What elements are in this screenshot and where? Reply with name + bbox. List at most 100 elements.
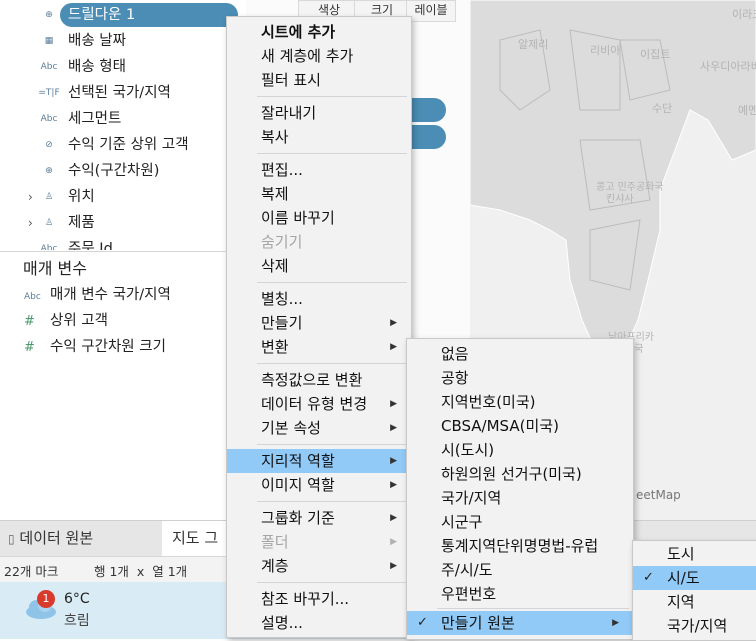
menu-item-label: 숨기기 — [261, 233, 303, 251]
menu-item-삭제[interactable]: 삭제 — [227, 254, 411, 278]
submenu-arrow-icon: ▶ — [612, 618, 619, 628]
map-label: 이집트 — [640, 48, 671, 61]
data-pane: ⊕ 드릴다운 1 ▦ 배송 날짜 Abc 배송 형태 =T|F 선택된 국가/지역 Abc 세그먼… — [0, 0, 248, 520]
number-icon: # — [24, 340, 35, 355]
string-icon: Abc — [40, 114, 58, 124]
menu-item-별칭[interactable]: 별칭... — [227, 287, 411, 311]
field-label: 위치 — [68, 189, 95, 205]
field-label: 드릴다운 1 — [68, 7, 136, 23]
menu-item-설명[interactable]: 설명... — [227, 611, 411, 635]
field-item[interactable]: =T|F 선택된 국가/지역 — [0, 81, 248, 105]
menu-item-없음[interactable]: 없음 — [407, 342, 633, 366]
chevron-right-icon[interactable]: › — [28, 185, 33, 209]
parameter-item[interactable]: # 수익 구간차원 크기 — [24, 335, 166, 359]
parameter-label: 상위 고객 — [50, 313, 108, 329]
field-item[interactable]: ⊘ 수익 기준 상위 고객 — [0, 133, 248, 157]
menu-item-그룹화-기준[interactable]: 그룹화 기준 ▶ — [227, 506, 411, 530]
menu-item-공항[interactable]: 공항 — [407, 366, 633, 390]
menu-item-잘라내기[interactable]: 잘라내기 — [227, 101, 411, 125]
weather-condition[interactable]: 흐림 — [64, 610, 90, 630]
menu-item-label: 시(도시) — [441, 441, 495, 459]
temperature[interactable]: 6°C — [64, 591, 90, 607]
menu-item-새-계층에-추가[interactable]: 새 계층에 추가 — [227, 44, 411, 68]
menu-separator — [437, 608, 629, 609]
menu-item-참조-바꾸기[interactable]: 참조 바꾸기... — [227, 587, 411, 611]
submenu-arrow-icon: ▶ — [390, 456, 397, 466]
menu-item-label: 기본 속성 — [261, 419, 321, 437]
menu-item-label: 폴더 — [261, 533, 289, 551]
menu-item-cbsa-msa-미국[interactable]: CBSA/MSA(미국) — [407, 414, 633, 438]
menu-item-시트에-추가[interactable]: 시트에 추가 — [227, 20, 411, 44]
menu-item-label: 도시 — [667, 545, 695, 563]
checkmark-icon: ✓ — [643, 570, 654, 585]
menu-item-숨기기: 숨기기 — [227, 230, 411, 254]
menu-item-label: 만들기 원본 — [441, 614, 515, 632]
menu-item-시-도[interactable]: ✓ 시/도 — [633, 566, 756, 590]
menu-item-국가-지역[interactable]: 국가/지역 — [407, 486, 633, 510]
menu-item-지역[interactable]: 지역 — [633, 590, 756, 614]
menu-item-label: 주/시/도 — [441, 561, 493, 579]
field-item[interactable]: Abc 배송 형태 — [0, 55, 248, 79]
menu-item-label: 공항 — [441, 369, 469, 387]
field-item[interactable]: ⊕ 수익(구간차원) — [0, 159, 248, 183]
field-item[interactable]: ▦ 배송 날짜 — [0, 29, 248, 53]
parameter-item[interactable]: # 상위 고객 — [24, 309, 108, 333]
menu-item-지역번호-미국[interactable]: 지역번호(미국) — [407, 390, 633, 414]
menu-item-복제[interactable]: 복제 — [227, 182, 411, 206]
menu-item-도시[interactable]: 도시 — [633, 542, 756, 566]
parameter-item[interactable]: Abc 매개 변수 국가/지역 — [24, 283, 171, 307]
map-label: 리비아 — [590, 44, 621, 57]
menu-item-기본-속성[interactable]: 기본 속성 ▶ — [227, 416, 411, 440]
menu-item-만들기-원본[interactable]: ✓ 만들기 원본 ▶ — [407, 611, 633, 635]
field-label: 제품 — [68, 215, 95, 231]
menu-item-label: 필터 표시 — [261, 71, 321, 89]
chevron-right-icon[interactable]: › — [28, 211, 33, 235]
menu-item-label: 편집... — [261, 161, 303, 179]
create-from-submenu: 도시 ✓ 시/도 지역 국가/지역 — [632, 540, 756, 641]
label-button[interactable]: 레이블 — [406, 0, 456, 22]
menu-separator — [257, 153, 407, 154]
submenu-arrow-icon: ▶ — [390, 537, 397, 547]
menu-item-시군구[interactable]: 시군구 — [407, 510, 633, 534]
menu-item-우편번호[interactable]: 우편번호 — [407, 582, 633, 606]
field-item[interactable]: ⊕ 드릴다운 1 — [0, 3, 248, 27]
tab-data-source[interactable]: ▯ 데이터 원본 — [8, 521, 93, 557]
menu-item-label: 데이터 유형 변경 — [261, 395, 368, 413]
menu-item-지리적-역할[interactable]: 지리적 역할 ▶ — [227, 449, 411, 473]
menu-separator — [257, 582, 407, 583]
menu-item-label: 시군구 — [441, 513, 483, 531]
menu-item-편집[interactable]: 편집... — [227, 158, 411, 182]
parameters-title: 매개 변수 — [23, 259, 87, 278]
field-item[interactable]: Abc 주문 Id — [0, 237, 248, 250]
menu-separator — [257, 444, 407, 445]
menu-item-주-시-도[interactable]: 주/시/도 — [407, 558, 633, 582]
menu-item-계층[interactable]: 계층 ▶ — [227, 554, 411, 578]
geographic-role-submenu: 없음공항지역번호(미국) CBSA/MSA(미국) 시(도시) 하원의원 선거구(미국… — [406, 338, 634, 640]
field-item[interactable]: Abc 세그먼트 — [0, 107, 248, 131]
menu-item-필터-표시[interactable]: 필터 표시 — [227, 68, 411, 92]
menu-item-이미지-역할[interactable]: 이미지 역할 ▶ — [227, 473, 411, 497]
menu-item-통계지역단위명명법-유럽[interactable]: 통계지역단위명명법-유럽 — [407, 534, 633, 558]
field-item[interactable]: › ♙ 제품 — [0, 211, 248, 235]
field-item[interactable]: › ♙ 위치 — [0, 185, 248, 209]
menu-item-변환[interactable]: 변환 ▶ — [227, 335, 411, 359]
menu-item-국가-지역[interactable]: 국가/지역 — [633, 614, 756, 638]
field-label: 배송 날짜 — [68, 33, 126, 49]
map-label: 이라크 — [732, 8, 756, 21]
menu-item-하원의원-선거구-미국[interactable]: 하원의원 선거구(미국) — [407, 462, 633, 486]
menu-item-복사[interactable]: 복사 — [227, 125, 411, 149]
submenu-arrow-icon: ▶ — [390, 318, 397, 328]
submenu-arrow-icon: ▶ — [390, 561, 397, 571]
menu-item-label: 없음 — [441, 345, 469, 363]
menu-item-label: 설명... — [261, 614, 303, 632]
menu-item-데이터-유형-변경[interactable]: 데이터 유형 변경 ▶ — [227, 392, 411, 416]
menu-item-시-도시[interactable]: 시(도시) — [407, 438, 633, 462]
submenu-arrow-icon: ▶ — [390, 342, 397, 352]
string-icon: Abc — [24, 292, 41, 302]
menu-item-만들기[interactable]: 만들기 ▶ — [227, 311, 411, 335]
menu-item-측정값으로-변환[interactable]: 측정값으로 변환 — [227, 368, 411, 392]
field-label: 수익(구간차원) — [68, 163, 160, 179]
string-icon: Abc — [40, 62, 58, 72]
menu-item-이름-바꾸기[interactable]: 이름 바꾸기 — [227, 206, 411, 230]
menu-item-label: 복사 — [261, 128, 289, 146]
